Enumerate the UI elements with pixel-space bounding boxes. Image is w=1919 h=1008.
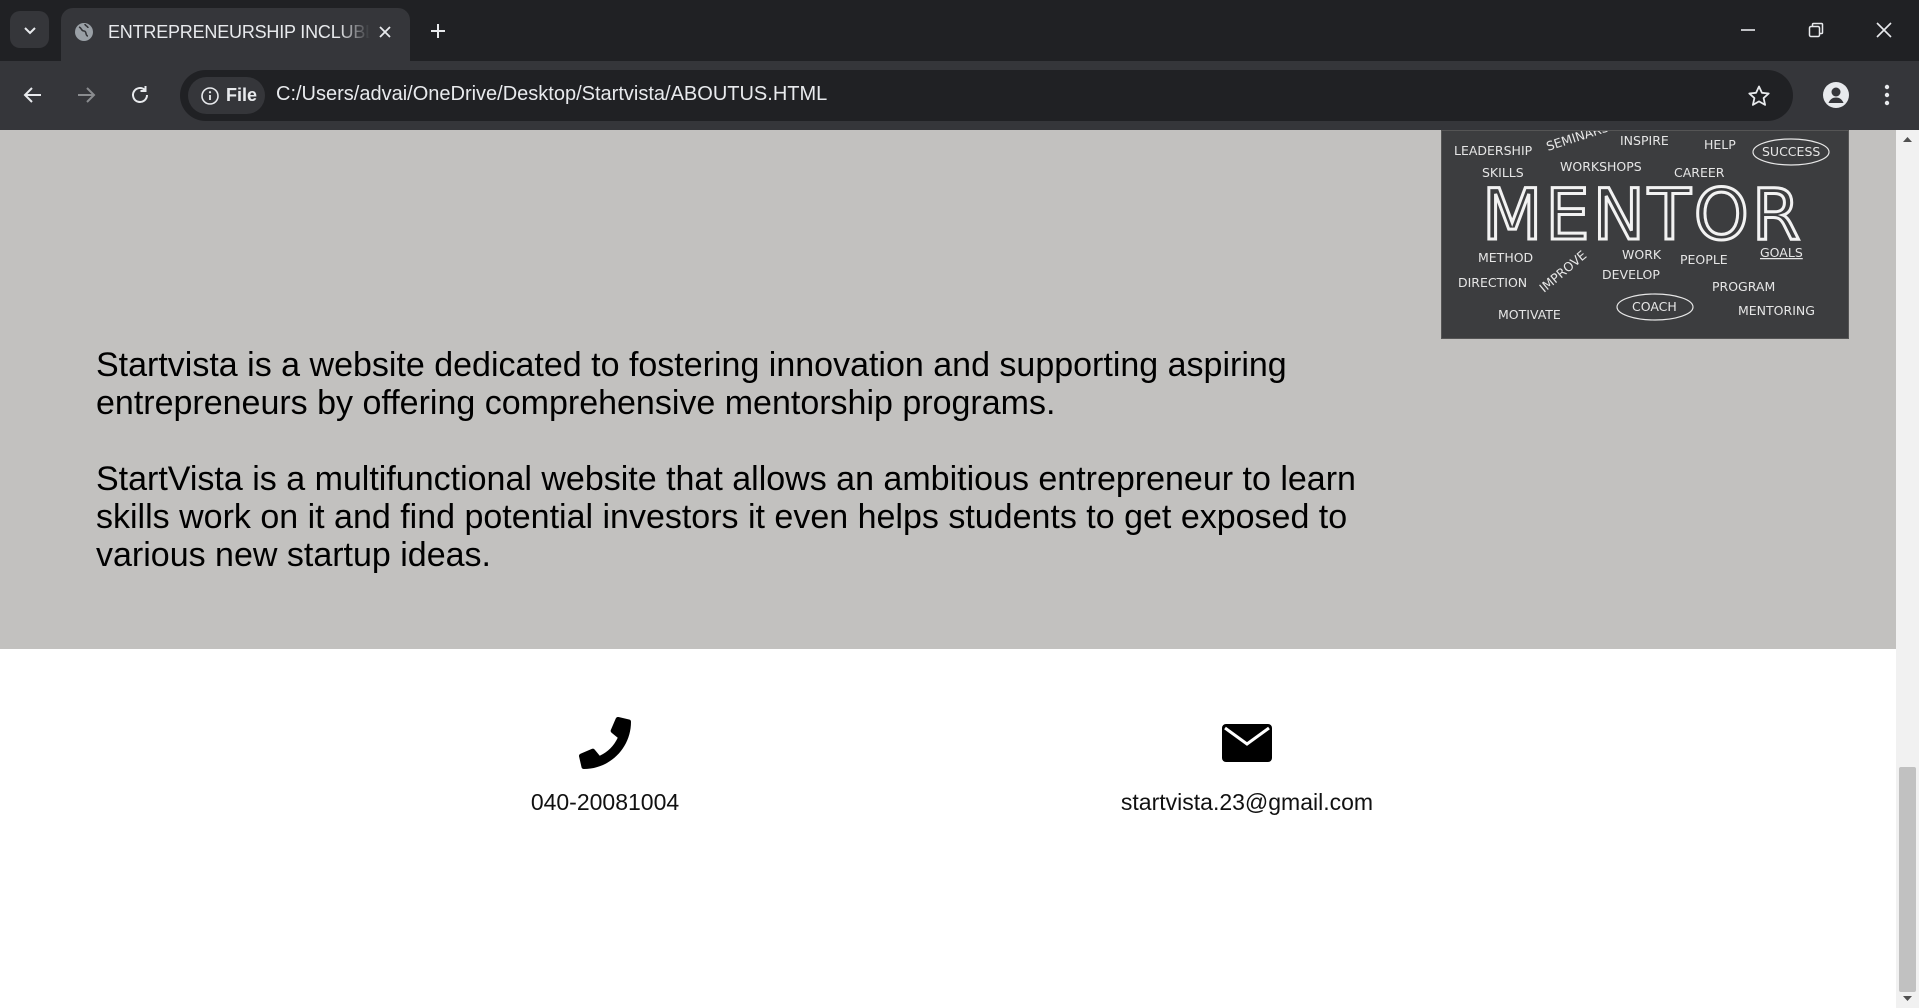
svg-text:PROGRAM: PROGRAM	[1712, 279, 1775, 294]
about-paragraph-2: StartVista is a multifunctional website …	[96, 460, 1356, 574]
kebab-menu-icon	[1884, 84, 1890, 106]
browser-toolbar: File C:/Users/advai/OneDrive/Desktop/Sta…	[0, 61, 1919, 130]
svg-text:WORKSHOPS: WORKSHOPS	[1560, 159, 1642, 174]
tab-search-button[interactable]	[10, 11, 49, 48]
restore-button[interactable]	[1794, 10, 1838, 50]
contact-phone: 040-20081004	[405, 715, 805, 816]
svg-text:INSPIRE: INSPIRE	[1620, 133, 1669, 148]
phone-number: 040-20081004	[530, 789, 680, 815]
address-bar[interactable]: File C:/Users/advai/OneDrive/Desktop/Sta…	[180, 70, 1793, 121]
svg-text:MOTIVATE: MOTIVATE	[1498, 307, 1561, 322]
svg-text:DEVELOP: DEVELOP	[1602, 267, 1660, 282]
bookmark-button[interactable]	[1745, 82, 1773, 110]
scroll-up-arrow-icon[interactable]	[1896, 132, 1919, 148]
forward-button[interactable]	[67, 76, 105, 114]
svg-text:COACH: COACH	[1632, 299, 1677, 314]
close-window-button[interactable]	[1862, 10, 1906, 50]
scroll-down-arrow-icon[interactable]	[1896, 990, 1919, 1006]
about-section: LEADERSHIP SEMINARS INSPIRE HELP SUCCESS…	[0, 130, 1896, 649]
avatar-icon	[1823, 82, 1849, 108]
site-info-chip[interactable]: File	[188, 77, 265, 114]
plus-icon	[431, 24, 445, 38]
phone-icon	[579, 717, 631, 769]
tab-close-button[interactable]	[374, 21, 396, 43]
file-chip-label: File	[226, 85, 258, 105]
contact-email: startvista.23@gmail.com	[1047, 715, 1447, 816]
restore-icon	[1808, 22, 1824, 38]
about-paragraph-1: Startvista is a website dedicated to fos…	[96, 346, 1287, 422]
svg-text:SEMINARS: SEMINARS	[1544, 131, 1610, 154]
mentor-chalkboard-graphic: LEADERSHIP SEMINARS INSPIRE HELP SUCCESS…	[1454, 130, 1830, 322]
browser-tab[interactable]: ENTREPRENEURSHIP INCLUBLATOR	[61, 8, 410, 61]
page-scrollbar[interactable]	[1896, 130, 1919, 1008]
close-icon	[1876, 22, 1892, 38]
minimize-button[interactable]	[1726, 10, 1770, 50]
new-tab-button[interactable]	[422, 16, 454, 46]
svg-text:LEADERSHIP: LEADERSHIP	[1454, 143, 1533, 158]
arrow-right-icon	[78, 87, 96, 103]
email-address[interactable]: startvista.23@gmail.com	[1047, 789, 1447, 816]
svg-text:MENTOR: MENTOR	[1482, 174, 1803, 256]
browser-menu-button[interactable]	[1870, 76, 1904, 114]
back-button[interactable]	[14, 76, 52, 114]
page-viewport: LEADERSHIP SEMINARS INSPIRE HELP SUCCESS…	[0, 130, 1896, 1008]
svg-text:SUCCESS: SUCCESS	[1762, 144, 1820, 159]
reload-button[interactable]	[121, 76, 159, 114]
globe-icon	[75, 23, 93, 41]
envelope-icon	[1222, 724, 1272, 762]
svg-text:HELP: HELP	[1704, 137, 1736, 152]
close-icon	[379, 26, 391, 38]
tab-title: ENTREPRENEURSHIP INCLUBLATOR	[108, 22, 370, 42]
arrow-left-icon	[23, 87, 41, 103]
info-icon	[201, 86, 219, 105]
svg-text:DIRECTION: DIRECTION	[1458, 275, 1527, 290]
reload-icon	[132, 86, 148, 103]
minimize-icon	[1741, 29, 1755, 31]
mentor-word-cloud-image: LEADERSHIP SEMINARS INSPIRE HELP SUCCESS…	[1441, 130, 1849, 339]
svg-text:MENTORING: MENTORING	[1738, 303, 1815, 318]
star-icon	[1748, 85, 1770, 106]
url-text[interactable]: C:/Users/advai/OneDrive/Desktop/Startvis…	[276, 83, 827, 106]
browser-tab-bar: ENTREPRENEURSHIP INCLUBLATOR	[0, 0, 1919, 61]
profile-button[interactable]	[1817, 76, 1855, 114]
chevron-down-icon	[23, 26, 36, 34]
scrollbar-thumb[interactable]	[1899, 767, 1916, 992]
